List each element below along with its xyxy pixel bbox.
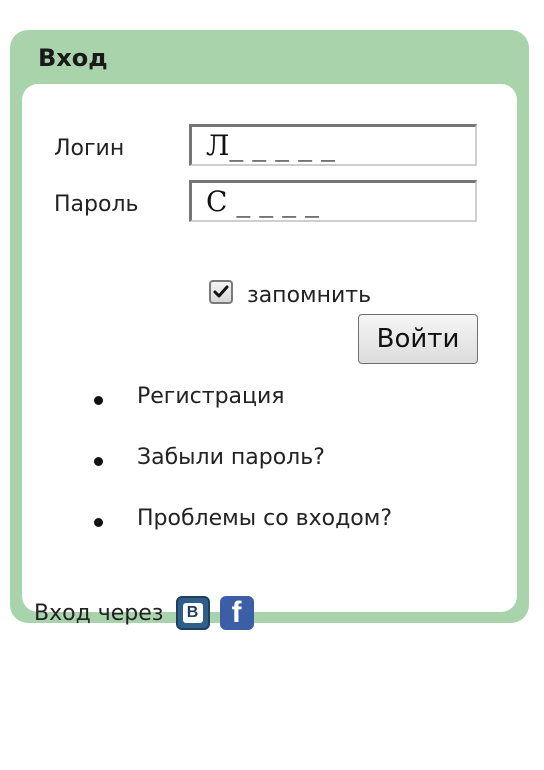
vk-icon[interactable]: B — [175, 596, 210, 630]
check-icon — [213, 285, 229, 297]
facebook-icon[interactable]: f — [219, 596, 254, 630]
panel-title: Вход — [38, 44, 108, 72]
login-label: Логин — [54, 136, 125, 161]
login-form: Логин Пароль запомнить Войти Регистрация… — [22, 84, 517, 630]
social-login-label: Вход через — [34, 600, 164, 626]
remember-me[interactable]: запомнить — [209, 275, 371, 308]
login-button[interactable]: Войти — [358, 314, 478, 364]
list-item[interactable]: Проблемы со входом? — [22, 506, 517, 546]
login-input[interactable] — [189, 124, 477, 166]
register-link[interactable]: Регистрация — [137, 384, 285, 409]
list-item[interactable]: Забыли пароль? — [22, 445, 517, 485]
password-label: Пароль — [54, 192, 139, 217]
login-panel: Вход Логин Пароль запомнить Войти Регист… — [10, 30, 529, 630]
login-problems-link[interactable]: Проблемы со входом? — [137, 506, 392, 531]
forgot-password-link[interactable]: Забыли пароль? — [137, 445, 325, 470]
remember-label: запомнить — [247, 283, 372, 308]
facebook-glyph: f — [231, 596, 242, 629]
social-login: Вход через B f — [34, 596, 254, 630]
bullet-icon — [94, 396, 103, 405]
list-item[interactable]: Регистрация — [22, 384, 517, 424]
bullet-icon — [94, 457, 103, 466]
vk-glyph: B — [182, 603, 203, 623]
remember-checkbox[interactable] — [209, 279, 233, 304]
bullet-icon — [94, 518, 103, 527]
password-input[interactable] — [189, 180, 477, 222]
